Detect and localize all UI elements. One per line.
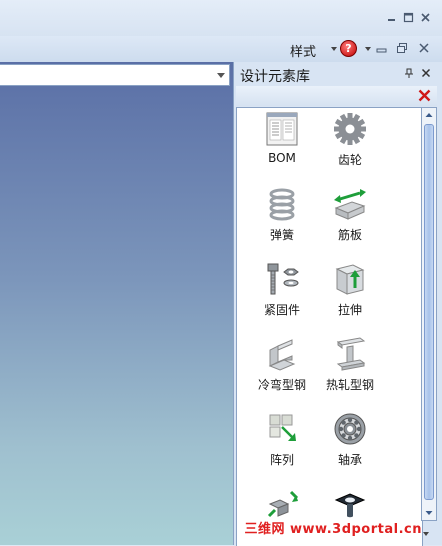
item-label: 热轧型钢 bbox=[325, 378, 374, 392]
transform-icon bbox=[267, 490, 299, 518]
doc-close-icon[interactable] bbox=[418, 42, 430, 54]
spring-icon bbox=[269, 188, 295, 221]
item-label: 轴承 bbox=[337, 453, 362, 467]
pane-close-icon[interactable] bbox=[421, 68, 431, 78]
item-label: 齿轮 bbox=[337, 153, 362, 167]
doc-restore-icon[interactable] bbox=[396, 42, 408, 54]
window-title-bar bbox=[0, 0, 442, 36]
pane-title: 设计元素库 bbox=[240, 69, 310, 85]
list-item-gear[interactable]: 齿轮 bbox=[305, 111, 395, 168]
style-dropdown-arrow-icon[interactable] bbox=[331, 47, 337, 51]
element-list: BOM 齿轮 弹簧 筋板 紧固件 拉伸 冷弯型钢 热轧型钢 阵列 轴承 bbox=[236, 107, 423, 546]
extrude-icon bbox=[335, 264, 365, 295]
help-icon[interactable]: ? bbox=[340, 40, 357, 57]
bom-icon bbox=[266, 112, 298, 146]
gear-icon bbox=[334, 113, 366, 145]
array-icon bbox=[269, 414, 296, 441]
restore-icon[interactable] bbox=[403, 12, 414, 23]
fastener-icon bbox=[267, 263, 299, 295]
hot-rolled-steel-icon bbox=[336, 337, 366, 371]
list-item-bearing[interactable]: 轴承 bbox=[305, 411, 395, 468]
vertical-scrollbar[interactable] bbox=[421, 107, 437, 521]
document-selector-dropdown[interactable] bbox=[0, 64, 230, 86]
pane-toolbar bbox=[236, 86, 437, 106]
watermark: 三维网 www.3dportal.cn bbox=[244, 522, 422, 537]
style-menu[interactable]: 样式 bbox=[290, 41, 316, 60]
rib-plate-icon bbox=[334, 189, 366, 220]
bearing-icon bbox=[334, 413, 366, 445]
item-label: 筋板 bbox=[337, 228, 362, 242]
list-item-connector[interactable] bbox=[305, 486, 395, 526]
minimize-icon[interactable] bbox=[386, 12, 397, 23]
close-icon[interactable] bbox=[420, 12, 431, 23]
pin-icon[interactable] bbox=[404, 68, 414, 78]
list-item-hot-rolled-steel[interactable]: 热轧型钢 bbox=[305, 336, 395, 393]
connector-icon bbox=[334, 493, 366, 518]
3d-viewport[interactable] bbox=[0, 62, 233, 545]
list-item-extrude[interactable]: 拉伸 bbox=[305, 261, 395, 318]
item-label: 拉伸 bbox=[337, 303, 362, 317]
cold-formed-steel-icon bbox=[268, 339, 296, 371]
chevron-down-icon[interactable] bbox=[217, 73, 225, 78]
scroll-up-icon[interactable] bbox=[422, 108, 436, 122]
help-dropdown-arrow-icon[interactable] bbox=[365, 47, 371, 51]
scroll-down-icon[interactable] bbox=[422, 506, 436, 520]
list-item-rib-plate[interactable]: 筋板 bbox=[305, 186, 395, 243]
delete-icon[interactable] bbox=[418, 89, 431, 102]
doc-minimize-icon[interactable] bbox=[376, 43, 387, 54]
pane-options-arrow-icon[interactable] bbox=[423, 532, 429, 536]
scroll-thumb[interactable] bbox=[424, 124, 434, 500]
